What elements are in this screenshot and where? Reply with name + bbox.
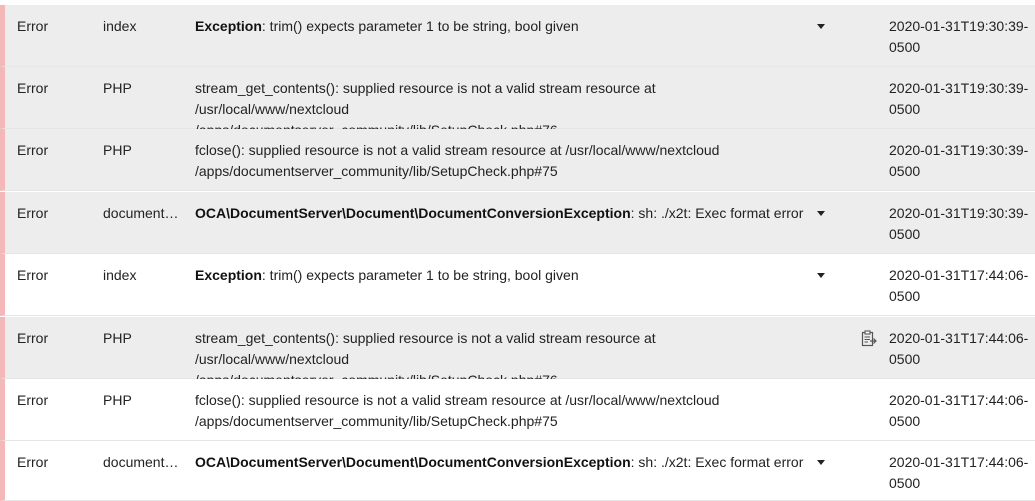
log-app: PHP	[103, 330, 132, 346]
exception-class: OCA\DocumentServer\Document\DocumentConv…	[195, 205, 631, 221]
log-app: document…	[103, 454, 179, 470]
message-text: fclose(): supplied resource is not a val…	[195, 142, 720, 158]
log-time: 2020-01-31T17:44:06- 0500	[889, 390, 1034, 432]
message-text: : trim() expects parameter 1 to be strin…	[261, 267, 579, 283]
log-time: 2020-01-31T17:44:06- 0500	[889, 265, 1034, 307]
log-row[interactable]: Error document… OCA\DocumentServer\Documen…	[0, 441, 1035, 501]
log-time: 2020-01-31T17:44:06- 0500	[889, 452, 1034, 494]
log-message: Exception: trim() expects parameter 1 to…	[195, 265, 805, 286]
log-time-line2: 0500	[889, 351, 921, 367]
expand-toggle-icon[interactable]	[817, 460, 825, 465]
message-text: : trim() expects parameter 1 to be strin…	[261, 18, 579, 34]
log-message: fclose(): supplied resource is not a val…	[195, 390, 805, 432]
log-time-line2: 0500	[889, 163, 921, 179]
message-text: stream_get_contents(): supplied resource…	[195, 330, 656, 367]
log-level: Error	[17, 18, 49, 34]
log-time: 2020-01-31T17:44:06- 0500	[889, 328, 1034, 370]
log-level: Error	[17, 267, 49, 283]
log-time-line2: 0500	[889, 39, 921, 55]
log-time: 2020-01-31T19:30:39- 0500	[889, 203, 1034, 245]
log-time: 2020-01-31T19:30:39- 0500	[889, 78, 1034, 120]
expand-toggle-icon[interactable]	[817, 211, 825, 216]
log-message: OCA\DocumentServer\Document\DocumentConv…	[195, 452, 805, 473]
log-time-line2: 0500	[889, 101, 921, 117]
log-row[interactable]: Error index Exception: trim() expects para…	[0, 5, 1035, 67]
log-level: Error	[17, 142, 49, 158]
log-time-line1: 2020-01-31T17:44:06-	[889, 330, 1029, 346]
log-table: Error index Exception: trim() expects para…	[0, 0, 1035, 501]
log-app: PHP	[103, 142, 132, 158]
log-time: 2020-01-31T19:30:39- 0500	[889, 140, 1034, 182]
message-text: fclose(): supplied resource is not a val…	[195, 392, 720, 408]
log-time: 2020-01-31T19:30:39- 0500	[889, 16, 1034, 58]
log-time-line2: 0500	[889, 413, 921, 429]
log-time-line2: 0500	[889, 475, 921, 491]
log-level: Error	[17, 205, 49, 221]
log-row[interactable]: Error PHP stream_get_contents(): supplied …	[0, 317, 1035, 388]
log-time-line1: 2020-01-31T19:30:39-	[889, 142, 1029, 158]
log-row[interactable]: Error index Exception: trim() expects para…	[0, 254, 1035, 316]
log-app: index	[103, 18, 137, 34]
log-message: Exception: trim() expects parameter 1 to…	[195, 16, 805, 37]
message-text: : sh: ./x2t: Exec format error	[630, 205, 804, 221]
expand-toggle-icon[interactable]	[817, 273, 825, 278]
message-text: : sh: ./x2t: Exec format error	[630, 454, 804, 470]
exception-class: OCA\DocumentServer\Document\DocumentConv…	[195, 454, 631, 470]
log-app: index	[103, 267, 137, 283]
log-level: Error	[17, 80, 49, 96]
log-time-line2: 0500	[889, 288, 921, 304]
log-time-line1: 2020-01-31T17:44:06-	[889, 392, 1029, 408]
log-time-line1: 2020-01-31T17:44:06-	[889, 454, 1029, 470]
expand-toggle-icon[interactable]	[817, 24, 825, 29]
clipboard-icon[interactable]	[861, 330, 877, 347]
log-row[interactable]: Error PHP fclose(): supplied resource is n…	[0, 379, 1035, 441]
message-text-line2: /apps/documentserver_community/lib/Setup…	[195, 413, 558, 429]
message-text: stream_get_contents(): supplied resource…	[195, 80, 656, 117]
log-row[interactable]: Error PHP stream_get_contents(): supplied …	[0, 67, 1035, 138]
log-row[interactable]: Error PHP fclose(): supplied resource is n…	[0, 129, 1035, 191]
log-time-line1: 2020-01-31T17:44:06-	[889, 267, 1029, 283]
log-level: Error	[17, 330, 49, 346]
log-time-line1: 2020-01-31T19:30:39-	[889, 18, 1029, 34]
log-level: Error	[17, 392, 49, 408]
message-text-line2: /apps/documentserver_community/lib/Setup…	[195, 163, 558, 179]
exception-class: Exception	[195, 18, 262, 34]
log-app: document…	[103, 205, 179, 221]
log-app: PHP	[103, 392, 132, 408]
log-app: PHP	[103, 80, 132, 96]
log-message: fclose(): supplied resource is not a val…	[195, 140, 805, 182]
exception-class: Exception	[195, 267, 262, 283]
log-time-line2: 0500	[889, 226, 921, 242]
log-message: OCA\DocumentServer\Document\DocumentConv…	[195, 203, 805, 224]
log-time-line1: 2020-01-31T19:30:39-	[889, 80, 1029, 96]
log-time-line1: 2020-01-31T19:30:39-	[889, 205, 1029, 221]
log-level: Error	[17, 454, 49, 470]
log-row[interactable]: Error document… OCA\DocumentServer\Documen…	[0, 192, 1035, 254]
